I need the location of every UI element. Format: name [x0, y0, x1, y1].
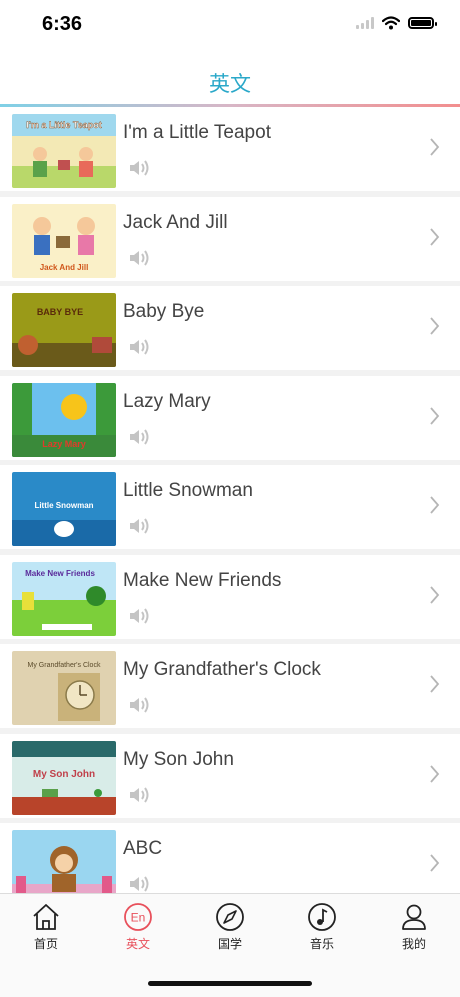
- home-icon: [33, 904, 59, 930]
- tab-label: 国学: [217, 937, 242, 951]
- chevron-right-icon: [430, 675, 440, 693]
- tab-home[interactable]: 首页: [0, 902, 92, 952]
- song-thumbnail: My Grandfather's Clock: [12, 651, 116, 725]
- speaker-icon[interactable]: [128, 336, 152, 358]
- chevron-right-icon: [430, 227, 440, 246]
- person-icon: [402, 904, 426, 930]
- tab-label: 音乐: [309, 937, 334, 951]
- speaker-icon[interactable]: [128, 873, 152, 893]
- thumbnail-caption: My Son John: [33, 769, 95, 780]
- song-thumbnail: Lazy Mary: [12, 382, 116, 457]
- song-row[interactable]: I'm a Little Teapot I'm a Little Teapot: [0, 107, 460, 191]
- tab-mine[interactable]: 我的: [368, 902, 460, 952]
- thumbnail-caption: BABY BYE: [37, 307, 83, 317]
- song-thumbnail: [12, 830, 116, 893]
- page-title: 英文: [209, 73, 251, 96]
- signal-icon: [356, 17, 374, 29]
- speaker-icon[interactable]: [128, 247, 152, 269]
- song-row[interactable]: Lazy Mary Lazy Mary: [0, 375, 460, 460]
- tab-label: 英文: [125, 937, 150, 951]
- speaker-icon[interactable]: [128, 605, 152, 627]
- music-note-icon: [308, 903, 336, 931]
- battery-icon: [408, 17, 437, 29]
- tab-label: 首页: [33, 937, 58, 951]
- thumbnail-caption: Lazy Mary: [42, 439, 86, 449]
- song-row[interactable]: ABC: [0, 823, 460, 893]
- song-thumbnail: Make New Friends: [12, 561, 116, 636]
- chevron-right-icon: [430, 585, 440, 604]
- song-row[interactable]: My Grandfather's Clock My Grandfather's …: [0, 644, 460, 728]
- speaker-icon[interactable]: [128, 426, 152, 448]
- status-time: 6:36: [42, 13, 83, 35]
- wifi-icon: [382, 16, 400, 30]
- tab-music[interactable]: 音乐: [276, 902, 368, 952]
- song-thumbnail: My Son John: [12, 740, 116, 815]
- thumbnail-caption: I'm a Little Teapot: [26, 120, 101, 130]
- song-title: Lazy Mary: [123, 390, 211, 412]
- song-title: Baby Bye: [123, 301, 205, 322]
- thumbnail-caption: Make New Friends: [25, 569, 95, 578]
- song-title: I'm a Little Teapot: [123, 122, 271, 143]
- compass-icon: [216, 903, 244, 931]
- chevron-right-icon: [430, 406, 440, 425]
- song-title: Make New Friends: [123, 569, 282, 591]
- song-title: Jack And Jill: [123, 211, 228, 233]
- tab-guoxue[interactable]: 国学: [184, 902, 276, 952]
- song-thumbnail: Little Snowman: [12, 472, 116, 546]
- song-row[interactable]: BABY BYE Baby Bye: [0, 286, 460, 370]
- chevron-right-icon: [430, 854, 440, 872]
- status-icons: [356, 16, 437, 30]
- thumbnail-caption: Jack And Jill: [40, 263, 89, 272]
- chevron-right-icon: [430, 496, 440, 514]
- speaker-icon[interactable]: [128, 784, 152, 806]
- home-indicator: [148, 981, 312, 986]
- song-title: My Grandfather's Clock: [123, 659, 321, 680]
- song-title: ABC: [123, 838, 163, 859]
- song-row[interactable]: Jack And Jill Jack And Jill: [0, 196, 460, 281]
- song-row[interactable]: My Son John My Son John: [0, 733, 460, 818]
- chevron-right-icon: [430, 764, 440, 783]
- song-thumbnail: I'm a Little Teapot: [12, 114, 116, 188]
- navigation-bar: 英文: [0, 50, 460, 106]
- song-row[interactable]: Little Snowman Little Snowman: [0, 465, 460, 549]
- song-list[interactable]: I'm a Little Teapot I'm a Little Teapot …: [0, 107, 460, 893]
- status-bar: 6:36: [0, 0, 460, 50]
- thumbnail-caption: Little Snowman: [34, 501, 93, 510]
- song-thumbnail: BABY BYE: [12, 293, 116, 367]
- speaker-icon[interactable]: [128, 694, 152, 716]
- en-icon-text: En: [131, 911, 146, 925]
- tab-label: 我的: [401, 937, 426, 951]
- tab-english[interactable]: En 英文: [92, 902, 184, 952]
- speaker-icon[interactable]: [128, 515, 152, 537]
- chevron-right-icon: [430, 138, 440, 156]
- song-title: My Son John: [123, 748, 234, 770]
- song-title: Little Snowman: [123, 480, 253, 501]
- speaker-icon[interactable]: [128, 157, 152, 179]
- en-icon: En: [124, 903, 152, 931]
- thumbnail-caption: My Grandfather's Clock: [28, 662, 101, 669]
- song-row[interactable]: Make New Friends Make New Friends: [0, 554, 460, 639]
- song-thumbnail: Jack And Jill: [12, 203, 116, 278]
- chevron-right-icon: [430, 317, 440, 335]
